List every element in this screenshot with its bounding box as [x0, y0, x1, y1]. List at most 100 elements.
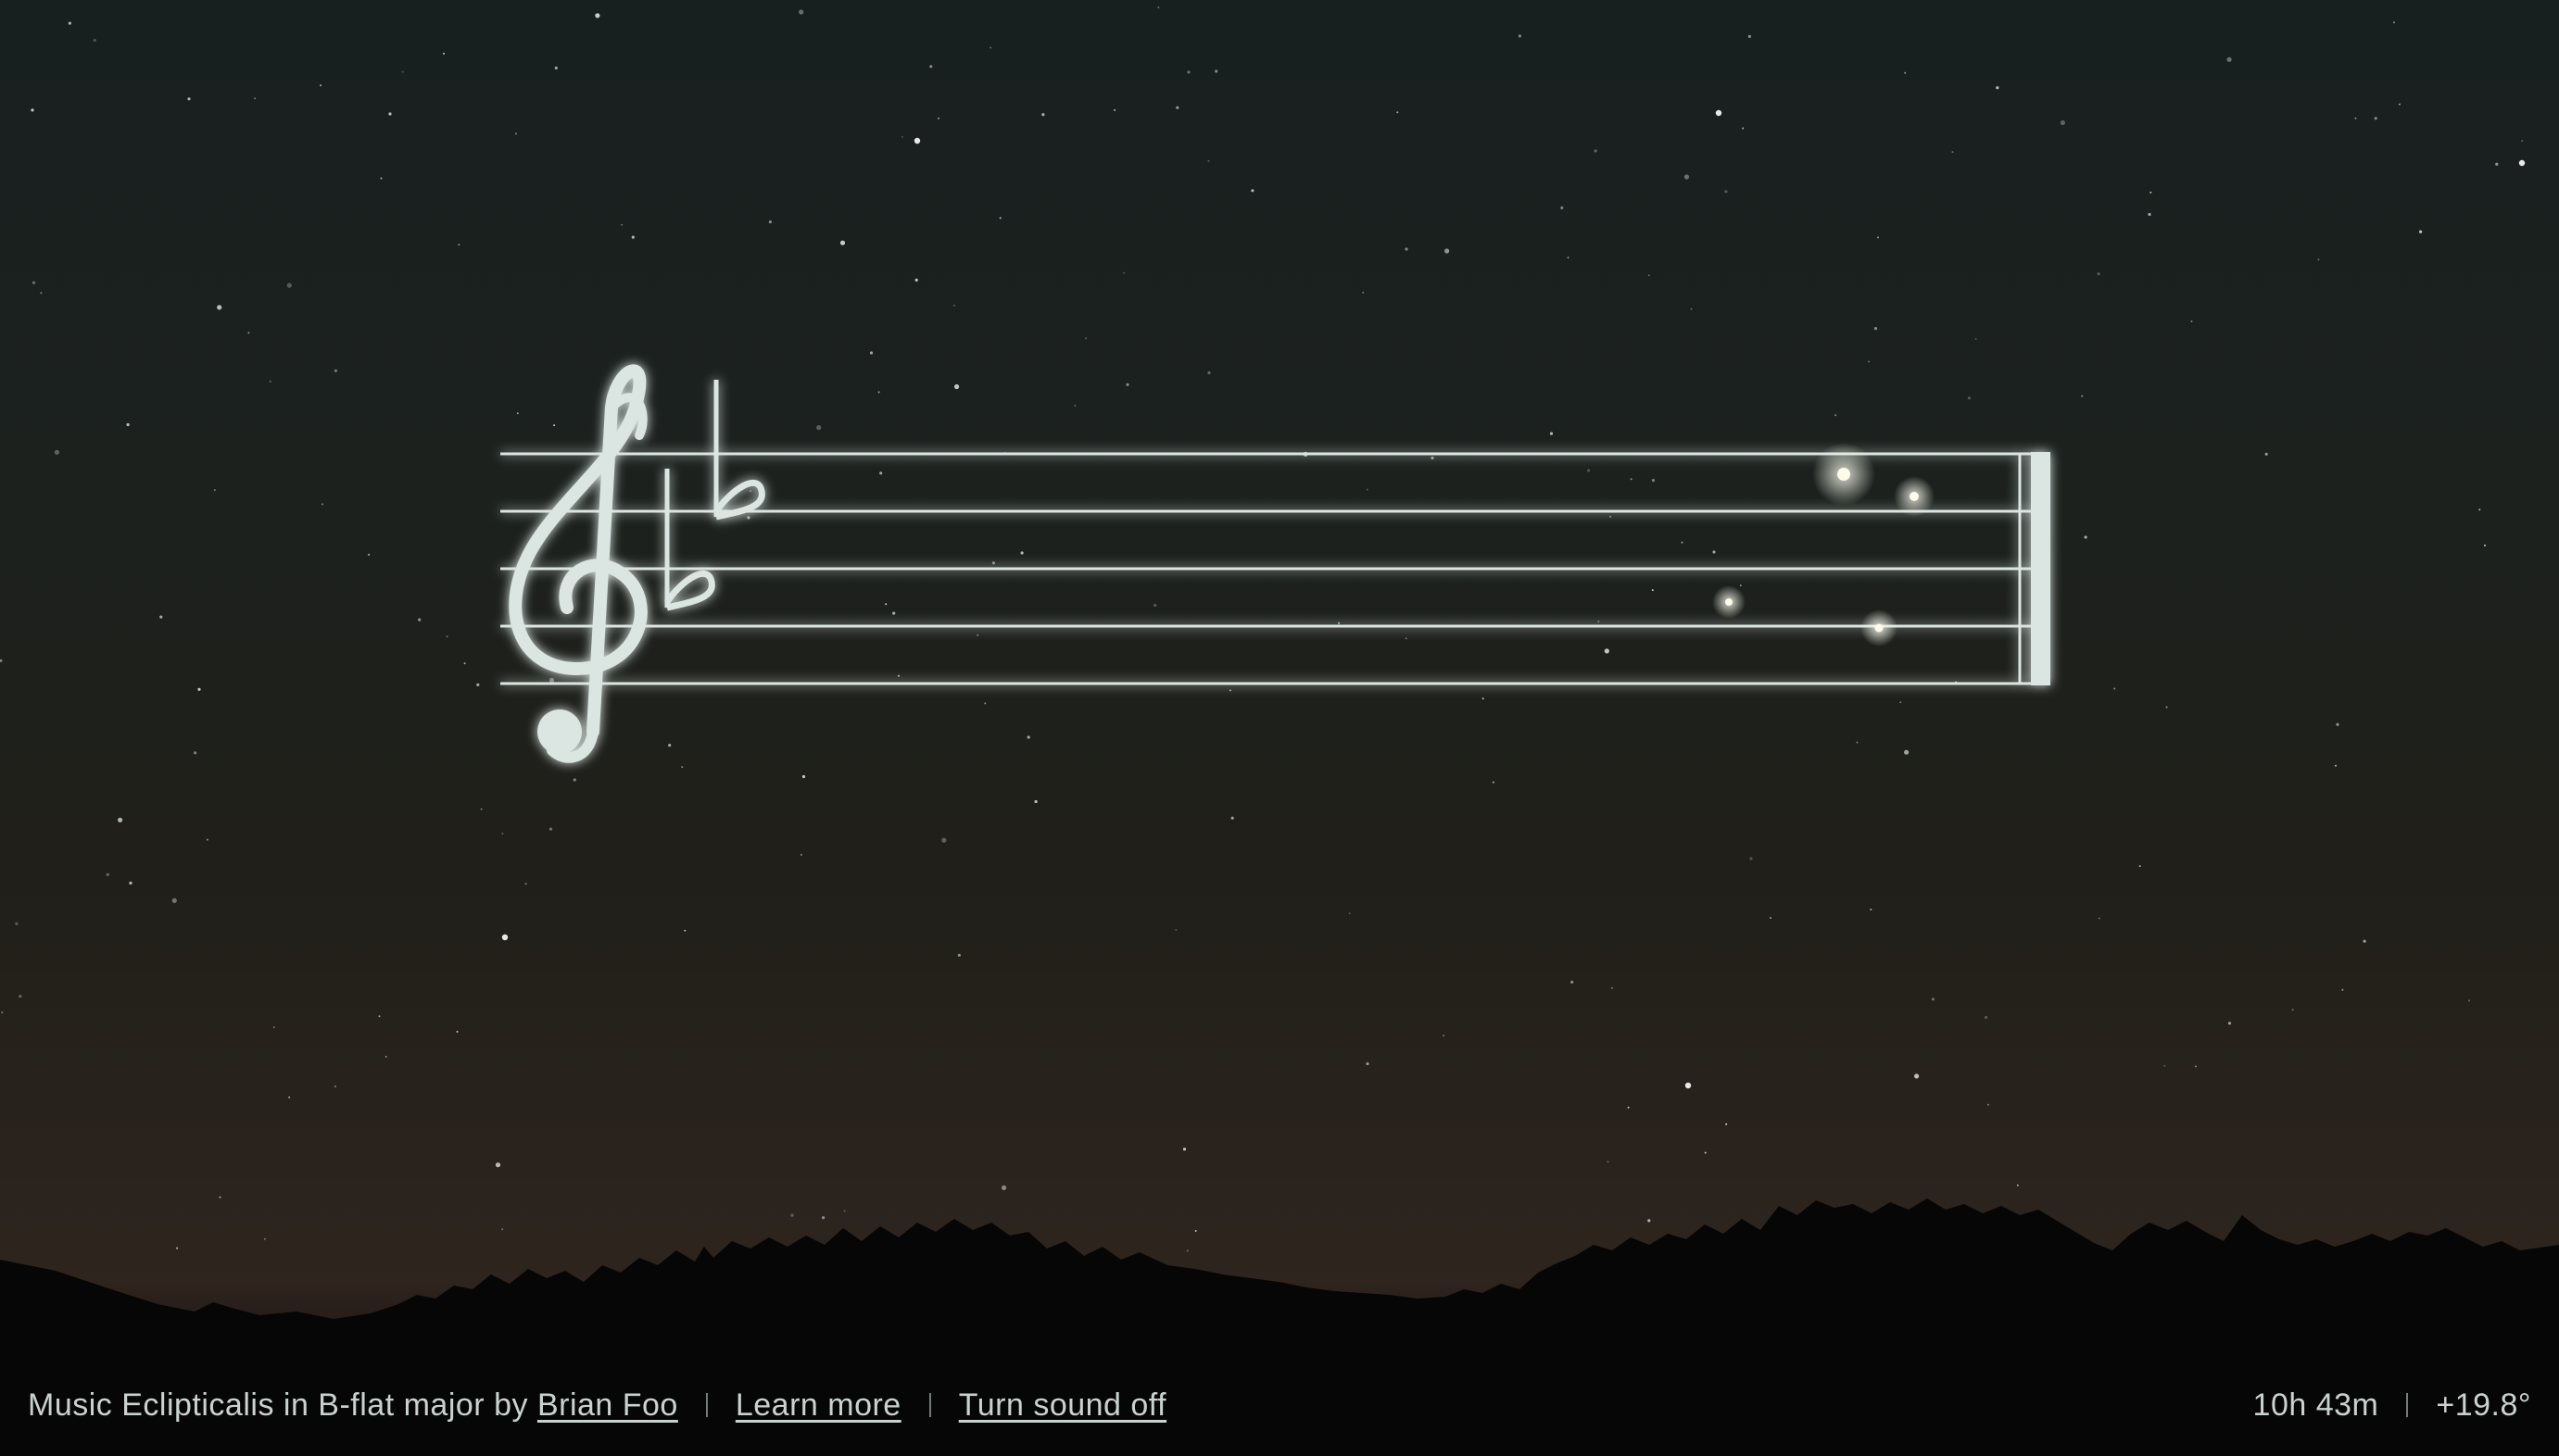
background-star: [129, 881, 132, 885]
background-star: [187, 97, 191, 101]
background-star: [2468, 999, 2470, 1002]
background-star: [1647, 274, 1650, 277]
background-star: [2291, 1009, 2294, 1011]
background-star: [2081, 395, 2084, 397]
background-star: [1085, 337, 1088, 340]
background-star: [2354, 117, 2357, 119]
background-star: [1986, 1103, 1989, 1106]
background-star: [2194, 1065, 2197, 1068]
piece-credits: Music Eclipticalis in B-flat major by Br…: [28, 1387, 1166, 1424]
background-star: [2363, 939, 2366, 943]
background-star: [1126, 383, 1129, 386]
background-star: [1215, 69, 1218, 73]
background-star: [1230, 816, 1234, 820]
background-star: [384, 1055, 387, 1058]
background-star: [0, 659, 3, 662]
background-star: [1348, 912, 1351, 915]
background-star: [1683, 174, 1690, 180]
background-star: [126, 422, 130, 427]
background-star: [1704, 1151, 1707, 1154]
background-star: [801, 774, 806, 779]
background-star: [2163, 1064, 2166, 1067]
background-star: [1567, 257, 1569, 259]
background-star: [418, 618, 422, 621]
background-star: [1366, 1061, 1369, 1066]
background-star: [822, 1216, 826, 1220]
background-star: [388, 112, 392, 116]
background-star: [378, 1015, 381, 1018]
background-star: [929, 65, 933, 69]
background-star: [1724, 190, 1728, 194]
background-star: [898, 674, 900, 677]
background-star: [54, 449, 59, 455]
background-star: [1651, 479, 1655, 483]
sound-toggle-link[interactable]: Turn sound off: [959, 1387, 1166, 1424]
background-star: [1899, 701, 1902, 704]
background-star: [1251, 189, 1254, 193]
background-star: [217, 305, 222, 310]
background-star: [1207, 159, 1210, 162]
background-star: [286, 282, 292, 288]
learn-more-link[interactable]: Learn more: [736, 1387, 901, 1424]
background-star: [288, 1096, 291, 1098]
background-star: [1967, 396, 1971, 400]
background-star: [524, 883, 527, 885]
separator-1: [705, 1393, 708, 1417]
background-star: [272, 1026, 275, 1029]
background-star: [1002, 1185, 1007, 1190]
background-star: [320, 84, 322, 87]
sky-coordinates: 10h 43m +19.8°: [2253, 1387, 2531, 1424]
background-star: [269, 380, 271, 383]
background-star: [1444, 248, 1450, 254]
background-star: [621, 223, 624, 226]
bright-star: [2518, 159, 2526, 167]
background-star: [747, 516, 750, 520]
background-star: [443, 52, 445, 55]
background-star: [2495, 162, 2499, 166]
background-star: [206, 838, 208, 841]
background-star: [219, 1196, 221, 1199]
background-star: [2264, 452, 2268, 456]
background-star: [1157, 6, 1160, 8]
background-star: [1609, 515, 1612, 518]
background-star: [1182, 1148, 1187, 1151]
background-star: [952, 304, 955, 307]
background-star: [1431, 456, 1434, 460]
background-star: [68, 21, 71, 25]
composer-link[interactable]: Brian Foo: [537, 1387, 678, 1424]
background-star: [2478, 508, 2481, 511]
background-star: [553, 424, 556, 427]
background-star: [1207, 370, 1211, 375]
piece-title-text: Music Eclipticalis in B-flat major by: [28, 1387, 528, 1423]
background-star: [1560, 206, 1564, 209]
background-star: [941, 837, 947, 843]
background-star: [40, 292, 43, 295]
background-star: [1405, 637, 1407, 640]
background-star: [1931, 998, 1935, 1001]
background-star: [159, 615, 163, 619]
background-star: [1627, 1106, 1630, 1109]
background-star: [1186, 1249, 1189, 1252]
right-ascension-readout: 10h 43m: [2252, 1387, 2379, 1423]
background-star: [2113, 687, 2116, 690]
bright-star: [501, 934, 509, 941]
background-star: [2341, 988, 2344, 991]
background-star: [176, 1247, 179, 1249]
background-star: [2016, 1184, 2019, 1186]
background-star: [768, 220, 773, 224]
background-star: [458, 244, 460, 246]
separator-2: [928, 1393, 931, 1417]
background-star: [1873, 327, 1878, 331]
background-star: [32, 281, 36, 284]
background-star: [1974, 338, 1977, 340]
background-star: [839, 240, 846, 245]
background-star: [106, 872, 109, 876]
background-star: [1597, 621, 1600, 622]
background-star: [2149, 191, 2152, 194]
background-star: [1951, 151, 1954, 154]
background-star: [495, 1162, 501, 1168]
background-star: [869, 351, 874, 355]
background-star: [2419, 230, 2423, 233]
background-star: [1153, 603, 1157, 608]
background-star: [1443, 1035, 1445, 1037]
